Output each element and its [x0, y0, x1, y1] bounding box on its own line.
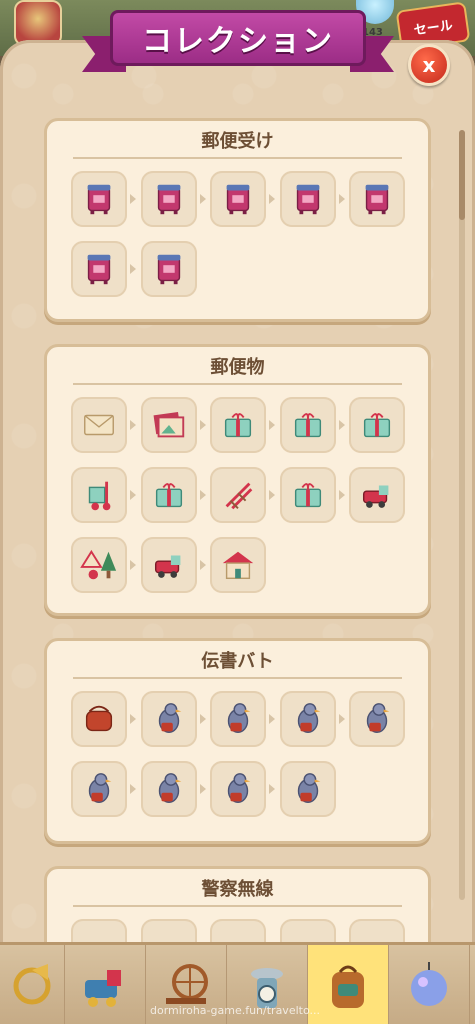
collection-item[interactable] — [280, 467, 345, 523]
train-icon — [85, 970, 121, 1007]
section-mailboxes: 郵便受け — [44, 118, 431, 322]
collection-item[interactable] — [349, 691, 405, 747]
collection-item[interactable] — [280, 691, 345, 747]
pigeon-6-icon — [158, 773, 182, 804]
mailbox-5-icon — [365, 184, 389, 215]
collection-item[interactable] — [210, 691, 275, 747]
collection-item[interactable] — [141, 467, 206, 523]
collection-panel: 郵便受け 郵便物 伝書バト 警察無線 — [0, 40, 475, 952]
collection-item[interactable] — [71, 691, 136, 747]
collection-item[interactable] — [210, 171, 275, 227]
collection-item[interactable] — [71, 537, 136, 593]
collection-item[interactable] — [141, 537, 206, 593]
ribbon-body: コレクション — [110, 10, 366, 66]
collection-item[interactable] — [210, 397, 275, 453]
collection-item[interactable] — [71, 171, 136, 227]
collection-item[interactable] — [349, 171, 405, 227]
mailbox-6-icon — [87, 254, 111, 285]
train-set-icon — [154, 555, 181, 578]
section-police-radio: 警察無線 — [44, 866, 431, 952]
pigeon-2-icon — [227, 703, 251, 734]
section-mail-items: 郵便物 — [44, 344, 431, 616]
tab-train[interactable] — [65, 945, 146, 1024]
collection-item[interactable] — [210, 467, 275, 523]
collection-item[interactable] — [141, 171, 206, 227]
pigeon-3-icon — [297, 703, 321, 734]
scrollbar-thumb[interactable] — [459, 130, 465, 220]
parcel-icon — [224, 413, 252, 438]
mail-bag-icon — [85, 705, 113, 732]
collection-item[interactable] — [280, 171, 345, 227]
collection-item[interactable] — [280, 761, 336, 817]
pigeon-1-icon — [158, 703, 182, 734]
collection-item[interactable] — [141, 241, 197, 297]
title-ribbon: コレクション — [82, 10, 394, 74]
tab-backpack[interactable] — [308, 945, 389, 1024]
toy-house-icon — [222, 551, 254, 580]
gift-box-icon — [294, 413, 322, 438]
hand-truck-icon — [88, 481, 111, 511]
close-button[interactable]: x — [408, 44, 450, 86]
collection-item[interactable] — [349, 397, 405, 453]
collection-item[interactable] — [141, 397, 206, 453]
scrollbar[interactable] — [459, 130, 465, 900]
section-title: 郵便受け — [201, 131, 274, 152]
envelope-icon — [84, 414, 114, 436]
mailbox-1-icon — [87, 184, 111, 215]
pigeon-5-icon — [88, 773, 112, 804]
collection-item[interactable] — [210, 761, 275, 817]
collection-item[interactable] — [349, 467, 405, 523]
mailbox-2-icon — [157, 184, 181, 215]
section-carrier-pigeons: 伝書バト — [44, 638, 431, 844]
collection-item[interactable] — [141, 761, 206, 817]
collection-item[interactable] — [71, 467, 136, 523]
pigeon-8-icon — [297, 773, 321, 804]
tab-disco-ball[interactable] — [389, 945, 470, 1024]
section-title: 伝書バト — [201, 651, 274, 672]
collection-item[interactable] — [280, 397, 345, 453]
watermark: dormiroha-game.fun/travelto... — [150, 1004, 320, 1017]
collection-item[interactable] — [71, 761, 136, 817]
collection-item[interactable] — [71, 397, 136, 453]
road-sign-tree-icon — [80, 549, 117, 580]
mailbox-3-icon — [226, 184, 250, 215]
photo-postcards-icon — [153, 411, 185, 438]
section-title: 郵便物 — [210, 357, 265, 378]
divider — [73, 383, 402, 385]
collection-item[interactable] — [210, 537, 266, 593]
page-title: コレクション — [142, 24, 334, 59]
backpack-icon — [332, 965, 364, 1008]
toy-train-icon — [362, 485, 389, 508]
divider — [73, 157, 402, 159]
horn-icon — [13, 964, 51, 1005]
rail-track-icon — [225, 482, 253, 510]
divider — [73, 905, 402, 907]
disco-ball-icon — [411, 962, 447, 1006]
divider — [73, 677, 402, 679]
tab-horn[interactable] — [0, 945, 65, 1024]
collection-item[interactable] — [141, 691, 206, 747]
mailbox-4-icon — [296, 184, 320, 215]
pigeon-7-icon — [227, 773, 251, 804]
collection-item[interactable] — [71, 241, 136, 297]
box-stack-icon — [363, 413, 391, 438]
open-crate-icon — [155, 483, 183, 508]
section-title: 警察無線 — [201, 879, 274, 900]
pigeon-4-icon — [366, 703, 390, 734]
toy-box-icon — [294, 483, 322, 508]
mailbox-7-icon — [157, 254, 181, 285]
